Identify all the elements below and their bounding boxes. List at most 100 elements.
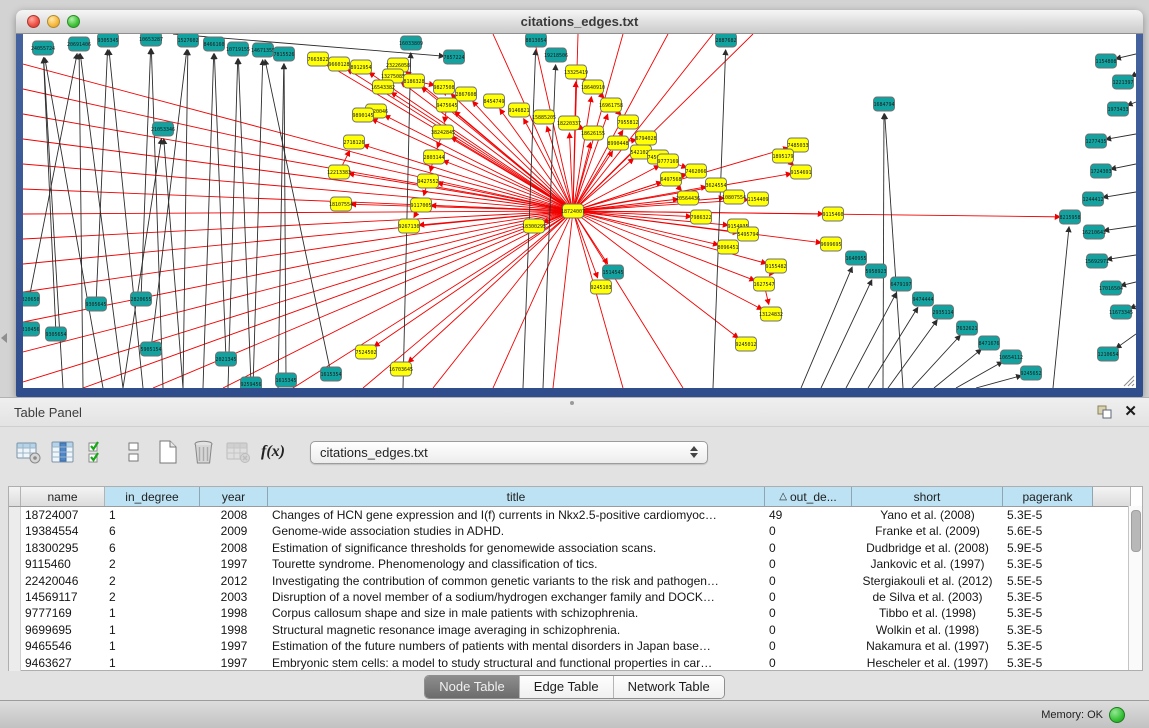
graph-edge[interactable] (43, 58, 56, 334)
create-table-icon[interactable] (154, 438, 182, 466)
tab-network-table[interactable]: Network Table (614, 676, 724, 698)
column-header-in_degree[interactable]: in_degree (105, 487, 200, 506)
graph-edge[interactable] (912, 335, 960, 388)
graph-edge[interactable] (23, 164, 573, 211)
graph-edge[interactable] (713, 50, 726, 388)
network-graph[interactable]: 1872400718300295766382296601288912954232… (23, 34, 1136, 388)
minimize-window-button[interactable] (47, 15, 60, 28)
table-row[interactable]: 1456911722003Disruption of a novel membe… (9, 589, 1142, 605)
graph-edge[interactable] (238, 59, 251, 384)
import-table-icon (224, 438, 252, 466)
graph-edge[interactable] (573, 34, 713, 211)
graph-edge[interactable] (573, 211, 1060, 217)
close-window-button[interactable] (27, 15, 40, 28)
table-row[interactable]: 946362711997Embryonic stem cells: a mode… (9, 655, 1142, 671)
column-header-pagerank[interactable]: pagerank (1003, 487, 1093, 506)
graph-edge[interactable] (223, 211, 573, 388)
row-select-checks-icon[interactable] (84, 438, 112, 466)
table-scrollbar[interactable] (1128, 506, 1142, 670)
graph-edge[interactable] (473, 101, 573, 211)
graph-edge[interactable] (1116, 334, 1136, 348)
graph-edge[interactable] (573, 151, 612, 211)
graph-edge[interactable] (573, 211, 738, 233)
graph-node-label: 8186328 (403, 79, 424, 85)
graph-edge[interactable] (1103, 192, 1136, 197)
graph-edge[interactable] (23, 211, 573, 214)
graph-edge[interactable] (883, 114, 884, 388)
table-selector-dropdown[interactable]: citations_edges.txt (310, 441, 708, 464)
graph-edge[interactable] (164, 139, 183, 388)
column-header-filler[interactable] (1093, 487, 1131, 506)
graph-edge[interactable] (183, 50, 188, 388)
zoom-window-button[interactable] (67, 15, 80, 28)
graph-edge[interactable] (846, 293, 896, 388)
graph-edge[interactable] (385, 116, 573, 211)
tab-node-table[interactable]: Node Table (425, 676, 520, 698)
graph-edge[interactable] (934, 349, 981, 388)
column-header-name[interactable]: name (21, 487, 105, 506)
graph-edge[interactable] (801, 267, 852, 388)
float-panel-icon[interactable] (1097, 405, 1112, 419)
graph-node-label: 9146821 (508, 108, 529, 114)
table-row[interactable]: 1872400712008Changes of HCN gene express… (9, 507, 1142, 523)
column-header-short[interactable]: short (852, 487, 1003, 506)
close-panel-icon[interactable]: ✕ (1124, 404, 1137, 419)
graph-edge[interactable] (493, 211, 573, 388)
graph-edge[interactable] (1107, 255, 1136, 259)
graph-edge[interactable] (1104, 226, 1136, 231)
table-panel-header[interactable]: Table Panel ✕ (0, 398, 1149, 427)
graph-edge[interactable] (888, 320, 937, 388)
merge-rows-icon[interactable] (119, 438, 147, 466)
graph-edge[interactable] (1106, 134, 1136, 139)
table-row[interactable]: 911546021997Tourette syndrome. Phenomeno… (9, 556, 1142, 572)
table-cell: 2 (105, 589, 200, 605)
tab-edge-table[interactable]: Edge Table (520, 676, 614, 698)
table-cell: 0 (765, 573, 852, 589)
graph-edge[interactable] (364, 145, 573, 211)
graph-edge[interactable] (956, 362, 1002, 388)
graph-edge[interactable] (80, 54, 123, 388)
delete-table-icon[interactable] (189, 438, 217, 466)
table-row[interactable]: 977716911998Corpus callosum shape and si… (9, 605, 1142, 621)
graph-edge[interactable] (96, 50, 108, 304)
table-row[interactable]: 2242004622012Investigating the contribut… (9, 573, 1142, 589)
graph-edge[interactable] (293, 211, 573, 388)
column-header-out_de...[interactable]: △out_de... (765, 487, 852, 506)
graph-edge[interactable] (214, 54, 226, 359)
graph-edge[interactable] (553, 211, 573, 388)
graph-edge[interactable] (1053, 227, 1069, 388)
graph-edge[interactable] (1111, 164, 1136, 169)
graph-edge[interactable] (573, 211, 683, 388)
column-header-year[interactable]: year (200, 487, 268, 506)
graph-edge[interactable] (573, 211, 623, 388)
graph-edge[interactable] (23, 114, 573, 211)
scrollbar-thumb[interactable] (1131, 510, 1141, 552)
splitter-grip-icon[interactable] (570, 401, 574, 405)
graph-edge[interactable] (868, 308, 918, 388)
graph-edge[interactable] (23, 211, 573, 352)
graph-node-label: 8813054 (525, 38, 546, 44)
network-canvas[interactable]: 1872400718300295766382296601288912954232… (23, 34, 1136, 388)
graph-edge[interactable] (976, 376, 1021, 388)
graph-edge[interactable] (821, 280, 872, 388)
graph-edge[interactable] (109, 50, 143, 388)
collapse-arrow-icon[interactable] (1, 333, 7, 343)
show-column-icon[interactable] (49, 438, 77, 466)
table-row[interactable]: 969969511998Structural magnetic resonanc… (9, 622, 1142, 638)
function-builder-icon[interactable]: f(x) (259, 438, 287, 466)
graph-edge[interactable] (1116, 54, 1136, 59)
graph-edge[interactable] (203, 54, 214, 388)
graph-edge[interactable] (23, 211, 573, 382)
graph-edge[interactable] (228, 59, 238, 388)
resize-grip-icon[interactable] (1122, 374, 1135, 387)
table-settings-icon[interactable] (14, 438, 42, 466)
table-row[interactable]: 1830029562008Estimation of significance … (9, 540, 1142, 556)
window-titlebar[interactable]: citations_edges.txt (16, 10, 1143, 34)
graph-edge[interactable] (253, 60, 263, 388)
graph-edge[interactable] (408, 211, 573, 362)
graph-edge[interactable] (433, 211, 573, 388)
column-header-title[interactable]: title (268, 487, 765, 506)
table-row[interactable]: 1938455462009Genome-wide association stu… (9, 523, 1142, 539)
table-cell: Hescheler et al. (1997) (852, 655, 1003, 671)
table-row[interactable]: 946554611997Estimation of the future num… (9, 638, 1142, 654)
